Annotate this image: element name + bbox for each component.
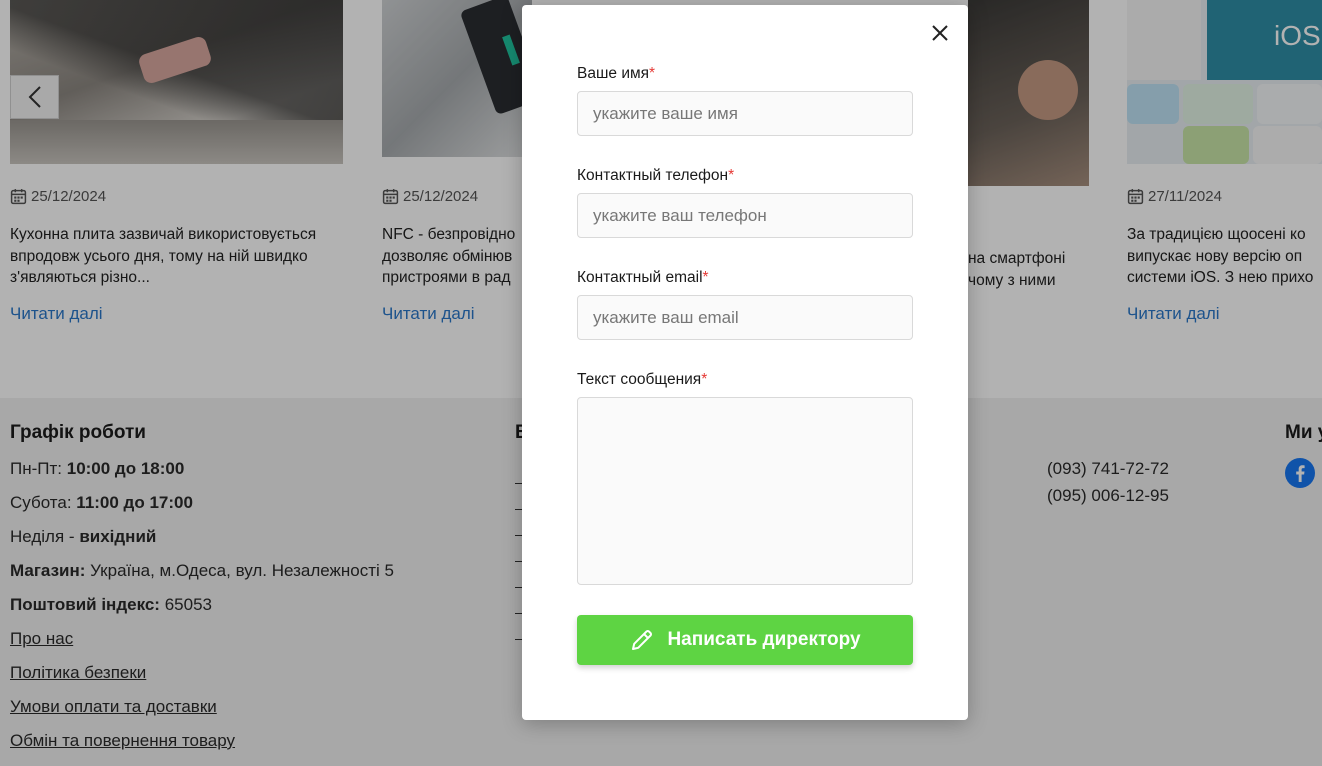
close-button[interactable] <box>930 23 950 43</box>
email-field-group: Контактный email* <box>577 269 913 340</box>
message-label: Текст сообщения* <box>577 371 708 388</box>
submit-label: Написать директору <box>667 629 861 650</box>
message-field-group: Текст сообщения* <box>577 371 913 590</box>
name-field-group: Ваше имя* <box>577 65 913 136</box>
phone-input[interactable] <box>577 193 913 238</box>
phone-label: Контактный телефон* <box>577 167 735 184</box>
name-input[interactable] <box>577 91 913 136</box>
pencil-icon <box>632 630 653 650</box>
write-director-button[interactable]: Написать директору <box>577 615 913 665</box>
required-mark: * <box>649 65 656 82</box>
required-mark: * <box>728 167 735 184</box>
phone-field-group: Контактный телефон* <box>577 167 913 238</box>
email-input[interactable] <box>577 295 913 340</box>
email-label: Контактный email* <box>577 269 709 286</box>
required-mark: * <box>701 371 708 388</box>
required-mark: * <box>702 269 709 286</box>
message-textarea[interactable] <box>577 397 913 585</box>
name-label: Ваше имя* <box>577 65 656 82</box>
close-icon <box>932 25 948 41</box>
contact-director-modal: Ваше имя* Контактный телефон* Контактный… <box>522 5 968 720</box>
